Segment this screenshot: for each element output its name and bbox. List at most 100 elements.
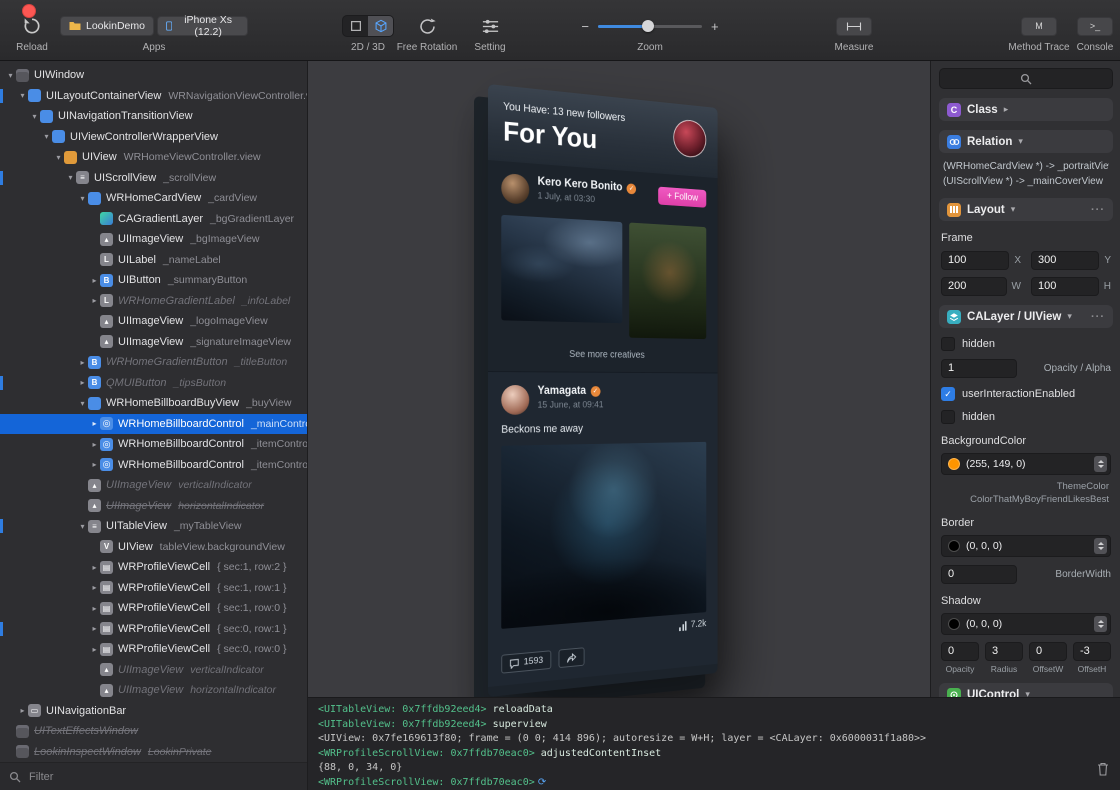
border-width-field[interactable]: 0 [941,565,1017,584]
more-menu-icon[interactable]: ··· [1091,311,1105,323]
border-color-dropdown[interactable]: (0, 0, 0) [941,535,1111,557]
tree-row[interactable]: ▸BQMUIButton_tipsButton [0,373,307,394]
disclosure-right-icon[interactable]: ▸ [89,583,100,592]
tree-row[interactable]: ▸▭UINavigationBar [0,701,307,722]
disclosure-right-icon[interactable]: ▸ [89,624,100,633]
user-interaction-checkbox-row[interactable]: userInteractionEnabled [941,387,1111,401]
tree-row[interactable]: ▴UIImageView_bgImageView [0,229,307,250]
disclosure-right-icon[interactable]: ▸ [89,460,100,469]
tree-row[interactable]: ▾WRHomeBillboardBuyView_buyView [0,393,307,414]
post-image-1[interactable] [501,215,622,323]
tree-row[interactable]: ▸▤WRProfileViewCell{ sec:0, row:0 } [0,639,307,660]
app-selector-button[interactable]: LookinDemo [60,16,154,36]
refresh-icon[interactable]: ⟳ [535,777,547,788]
method-trace-button[interactable]: M [1021,17,1057,36]
disclosure-down-icon[interactable]: ▾ [5,71,16,80]
calayer-section-header[interactable]: CALayer / UIView ▾ ··· [939,305,1113,328]
share-button[interactable] [559,647,585,668]
device-selector-button[interactable]: iPhone Xs (12.2) [157,16,248,36]
opacity-field[interactable]: 1 [941,359,1017,378]
follow-button[interactable]: + Follow [659,187,707,208]
device-screenshot[interactable]: You Have: 13 new followers For You Kero … [488,84,718,697]
shadow-opacity-field[interactable]: 0 [941,642,979,661]
post-image-2[interactable] [629,223,706,340]
tree-row[interactable]: ▸◎WRHomeBillboardControl_itemControl1 [0,455,307,476]
shadow-color-dropdown[interactable]: (0, 0, 0) [941,613,1111,635]
tree-row[interactable]: ▸▤WRProfileViewCell{ sec:1, row:1 } [0,578,307,599]
tree-row[interactable]: ▾UIViewWRHomeViewController.view [0,147,307,168]
tree-row[interactable]: VUIViewtableView.backgroundView [0,537,307,558]
more-menu-icon[interactable]: ··· [1091,204,1105,216]
checkbox-unchecked-icon[interactable] [941,337,955,351]
disclosure-down-icon[interactable]: ▾ [77,194,88,203]
tree-row[interactable]: ▴UIImageView_signatureImageView [0,332,307,353]
tree-row[interactable]: ▾UIViewControllerWrapperView [0,127,307,148]
disclosure-right-icon[interactable]: ▸ [89,276,100,285]
tree-row[interactable]: ▴UIImageViewhorizontalIndicator [0,496,307,517]
frame-x-field[interactable]: 100 [941,251,1009,270]
disclosure-down-icon[interactable]: ▾ [77,522,88,531]
tree-row[interactable]: ▴UIImageViewhorizontalIndicator [0,680,307,701]
reload-button[interactable] [22,15,42,37]
background-color-dropdown[interactable]: (255, 149, 0) [941,453,1111,475]
tree-row[interactable]: ▾≡UIScrollView_scrollView [0,168,307,189]
disclosure-right-icon[interactable]: ▸ [89,419,100,428]
mode-2d-button[interactable] [343,16,368,36]
author-avatar[interactable] [501,173,529,205]
tree-row[interactable]: ▸BUIButton_summaryButton [0,270,307,291]
filter-input[interactable] [27,770,298,784]
tree-row[interactable]: ▴UIImageView_logoImageView [0,311,307,332]
disclosure-down-icon[interactable]: ▾ [65,173,76,182]
zoom-slider[interactable] [598,25,702,28]
class-section-header[interactable]: C Class ▸ [939,98,1113,121]
checkbox-unchecked-icon[interactable] [941,410,955,424]
hidden-checkbox-row[interactable]: hidden [941,337,1111,351]
disclosure-right-icon[interactable]: ▸ [77,358,88,367]
trash-icon[interactable] [1097,762,1109,781]
disclosure-right-icon[interactable]: ▸ [89,604,100,613]
tree-row[interactable]: LookinInspectWindowLookinPrivate [0,742,307,763]
zoom-out-button[interactable]: − [575,19,595,34]
disclosure-down-icon[interactable]: ▾ [17,91,28,100]
disclosure-down-icon[interactable]: ▾ [41,132,52,141]
setting-button[interactable] [481,15,500,37]
disclosure-down-icon[interactable]: ▾ [29,112,40,121]
tree-row[interactable]: ▾UILayoutContainerViewWRNavigationViewCo… [0,86,307,107]
tree-row[interactable]: ▴UIImageViewverticalIndicator [0,660,307,681]
uicontrol-section-header[interactable]: UIControl ▾ [939,683,1113,697]
post-image-large[interactable] [501,442,706,629]
tree-row[interactable]: UITextEffectsWindow [0,721,307,742]
console-button[interactable]: >_ [1077,17,1113,36]
tree-row[interactable]: ▸▤WRProfileViewCell{ sec:1, row:2 } [0,557,307,578]
tree-row[interactable]: ▸▤WRProfileViewCell{ sec:1, row:0 } [0,598,307,619]
disclosure-right-icon[interactable]: ▸ [77,378,88,387]
tree-row[interactable]: ▸▤WRProfileViewCell{ sec:0, row:1 } [0,619,307,640]
tree-row[interactable]: ▸◎WRHomeBillboardControl_itemControl0 [0,434,307,455]
see-more-link[interactable]: See more creatives [501,335,706,372]
shadow-offseth-field[interactable]: -3 [1073,642,1111,661]
zoom-in-button[interactable]: + [705,19,725,34]
tree-row[interactable]: ▾UINavigationTransitionView [0,106,307,127]
tree-row[interactable]: ▴UIImageViewverticalIndicator [0,475,307,496]
inspector-search-field[interactable] [939,68,1113,89]
tree-row[interactable]: ▸BWRHomeGradientButton_titleButton [0,352,307,373]
disclosure-right-icon[interactable]: ▸ [89,440,100,449]
disclosure-down-icon[interactable]: ▾ [53,153,64,162]
frame-h-field[interactable]: 100 [1031,277,1099,296]
tree-row[interactable]: ▸◎WRHomeBillboardControl_mainControl [0,414,307,435]
comments-button[interactable]: 1593 [501,650,551,673]
measure-button[interactable] [836,17,872,36]
disclosure-right-icon[interactable]: ▸ [89,645,100,654]
layout-section-header[interactable]: Layout ▾ ··· [939,198,1113,221]
shadow-offsetw-field[interactable]: 0 [1029,642,1067,661]
preview-canvas[interactable]: You Have: 13 new followers For You Kero … [308,60,930,697]
tree-row[interactable]: ▾≡UITableView_myTableView [0,516,307,537]
disclosure-right-icon[interactable]: ▸ [89,296,100,305]
tree-row[interactable]: ▾WRHomeCardView_cardView [0,188,307,209]
hidden-checkbox-row[interactable]: hidden [941,410,1111,424]
checkbox-checked-icon[interactable] [941,387,955,401]
frame-w-field[interactable]: 200 [941,277,1007,296]
tree-row[interactable]: ▸LWRHomeGradientLabel_infoLabel [0,291,307,312]
tree-row[interactable]: CAGradientLayer_bgGradientLayer [0,209,307,230]
tree-row[interactable]: ▾UIWindow [0,65,307,86]
